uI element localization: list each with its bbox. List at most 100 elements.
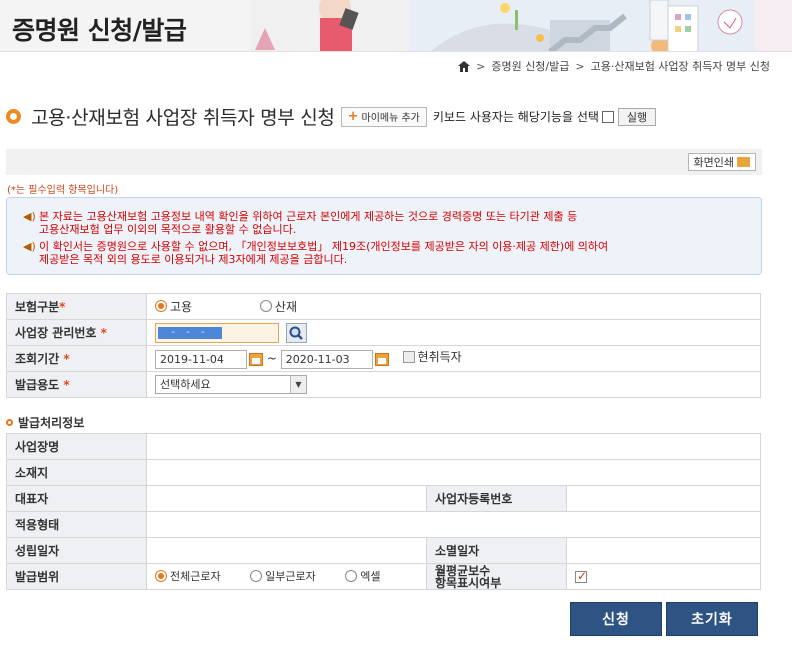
insurance-type-label: 보험구분* xyxy=(6,293,147,320)
scope-radio-partial[interactable] xyxy=(250,570,263,582)
keyboard-user-text: 키보드 사용자는 해당기능을 선택 xyxy=(432,110,599,124)
banner-illustration xyxy=(250,0,792,51)
chevron-down-icon: ▼ xyxy=(290,376,306,393)
insurance-type-label-text: 보험구분 xyxy=(15,300,60,314)
wage-display-checkbox[interactable] xyxy=(575,569,587,583)
reg-no-value xyxy=(566,485,761,512)
reg-no-label: 사업자등록번호 xyxy=(426,485,567,512)
insurance-option-employment-label: 고용 xyxy=(170,299,193,314)
scope-radio-excel[interactable] xyxy=(345,570,358,582)
print-toolbar: 화면인쇄 xyxy=(6,149,762,175)
add-mymenu-label: 마이메뉴 추가 xyxy=(361,113,420,124)
add-mymenu-button[interactable]: + 마이메뉴 추가 xyxy=(340,106,427,127)
required-mark: * xyxy=(63,378,70,392)
form-row-insurance: 보험구분* 고용 산재 xyxy=(6,293,761,320)
close-date-value xyxy=(566,537,761,564)
scope-option-excel-label: 엑셀 xyxy=(360,570,381,583)
ceo-label: 대표자 xyxy=(6,485,147,512)
biz-no-value: - - - xyxy=(158,326,222,339)
insurance-option-accident[interactable]: 산재 xyxy=(259,298,298,315)
page-title-row: 고용·산재보험 사업장 취득자 명부 신청 + 마이메뉴 추가 키보드 사용자는… xyxy=(6,103,657,130)
address-value xyxy=(146,459,761,486)
reset-button[interactable]: 초기화 xyxy=(666,602,758,636)
purpose-cell: 선택하세요 ▼ xyxy=(146,371,761,398)
scope-option-all[interactable]: 전체근로자 xyxy=(155,568,221,584)
home-icon[interactable] xyxy=(458,60,471,72)
insurance-option-employment[interactable]: 고용 xyxy=(155,298,192,315)
scope-label: 발급범위 xyxy=(6,563,147,590)
keyboard-function-checkbox[interactable] xyxy=(601,110,614,123)
purpose-select-value: 선택하세요 xyxy=(160,378,211,391)
search-form-table: 보험구분* 고용 산재 사업장 관리번호 * - - - 조회기간 * 2019… xyxy=(6,293,761,398)
biz-no-label-text: 사업장 관리번호 xyxy=(15,326,97,340)
biz-no-label: 사업장 관리번호 * xyxy=(6,319,147,346)
scope-options: 전체근로자 일부근로자 엑셀 xyxy=(146,563,427,590)
required-mark: * xyxy=(100,326,107,340)
date-from-input[interactable]: 2019-11-04 xyxy=(155,349,247,369)
issue-row-apply-type: 적용형태 xyxy=(6,511,761,538)
notice-text-2: 이 확인서는 증명원으로 사용할 수 없으며, 「개인정보보호법」 제19조(개… xyxy=(39,240,608,266)
print-screen-label: 화면인쇄 xyxy=(693,156,734,169)
purpose-select[interactable]: 선택하세요 ▼ xyxy=(155,375,307,394)
wage-display-label: 월평균보수 항목표시여부 xyxy=(426,563,567,590)
scope-option-partial-label: 일부근로자 xyxy=(265,570,316,583)
est-date-value xyxy=(146,537,427,564)
chevron-right-icon: > xyxy=(476,59,486,73)
form-row-biz-no: 사업장 관리번호 * - - - xyxy=(6,319,761,346)
ceo-value xyxy=(146,485,427,512)
insurance-type-options: 고용 산재 xyxy=(146,293,761,320)
breadcrumb: > 증명원 신청/발급 > 고용·산재보험 사업장 취득자 명부 신청 xyxy=(458,58,770,74)
apply-type-value xyxy=(146,511,761,538)
insurance-option-accident-label: 산재 xyxy=(274,299,298,314)
date-to-input[interactable]: 2020-11-03 xyxy=(280,349,373,369)
issue-row-dates: 성립일자 소멸일자 xyxy=(6,537,761,564)
calendar-icon[interactable] xyxy=(374,352,389,366)
search-icon xyxy=(289,326,303,340)
chevron-right-icon: > xyxy=(575,59,585,73)
period-label-text: 조회기간 xyxy=(15,352,60,366)
address-label: 소재지 xyxy=(6,459,147,486)
scope-option-partial[interactable]: 일부근로자 xyxy=(250,568,316,584)
biz-no-input[interactable]: - - - xyxy=(155,322,279,343)
speaker-icon: ◀) xyxy=(23,210,36,223)
notice-item-2: ◀) 이 확인서는 증명원으로 사용할 수 없으며, 「개인정보보호법」 제19… xyxy=(23,240,743,266)
banner-title: 증명원 신청/발급 xyxy=(12,16,187,45)
required-note: (*는 필수입력 항목입니다) xyxy=(7,185,119,196)
notice-text-2b: 제공받은 목적 외의 용도로 이용되거나 제3자에게 제공을 금합니다. xyxy=(39,253,348,266)
wage-display-label-2: 항목표시여부 xyxy=(435,575,502,590)
scope-radio-all[interactable] xyxy=(155,570,167,582)
title-bullet-icon xyxy=(6,109,21,124)
issue-info-table: 사업장명 소재지 대표자 사업자등록번호 적용형태 성립일자 소멸일자 발급범위… xyxy=(6,433,761,590)
current-only-option[interactable]: 현취득자 xyxy=(402,348,462,365)
print-screen-button[interactable]: 화면인쇄 xyxy=(687,153,756,171)
notice-text-2a: 이 확인서는 증명원으로 사용할 수 없으며, 「개인정보보호법」 제19조(개… xyxy=(39,240,609,253)
page-title: 고용·산재보험 사업장 취득자 명부 신청 xyxy=(31,107,335,129)
current-only-label: 현취득자 xyxy=(417,350,462,365)
scope-option-excel[interactable]: 엑셀 xyxy=(345,568,380,584)
current-only-checkbox[interactable] xyxy=(402,350,415,363)
issue-row-scope: 발급범위 전체근로자 일부근로자 엑셀 월평균보수 항목표시여부 xyxy=(6,563,761,590)
plus-icon: + xyxy=(347,109,359,124)
calendar-icon[interactable] xyxy=(249,352,263,366)
insurance-radio-accident[interactable] xyxy=(259,300,272,313)
printer-icon xyxy=(737,157,750,167)
breadcrumb-item-1[interactable]: 증명원 신청/발급 xyxy=(491,58,569,74)
section-bullet-icon xyxy=(6,419,13,426)
header-banner: 증명원 신청/발급 xyxy=(0,0,792,52)
issue-row-address: 소재지 xyxy=(6,459,761,486)
biz-name-label: 사업장명 xyxy=(6,433,147,460)
notice-text-1b: 고용산재보험 업무 이외의 목적으로 활용할 수 없습니다. xyxy=(39,223,297,236)
issue-info-section-title: 발급처리정보 xyxy=(6,414,84,431)
apply-button[interactable]: 신청 xyxy=(570,602,662,636)
notice-text-1a: 본 자료는 고용산재보험 고용정보 내역 확인을 위하여 근로자 본인에게 제공… xyxy=(39,210,578,223)
est-date-label: 성립일자 xyxy=(6,537,147,564)
period-cell: 2019-11-04 ~ 2020-11-03 현취득자 xyxy=(146,345,761,372)
period-label: 조회기간 * xyxy=(6,345,147,372)
required-mark: * xyxy=(59,300,66,314)
notice-item-1: ◀) 본 자료는 고용산재보험 고용정보 내역 확인을 위하여 근로자 본인에게… xyxy=(23,210,743,236)
run-button[interactable]: 실행 xyxy=(617,107,657,126)
biz-no-search-button[interactable] xyxy=(285,322,307,343)
breadcrumb-item-2[interactable]: 고용·산재보험 사업장 취득자 명부 신청 xyxy=(591,58,770,74)
insurance-radio-employment[interactable] xyxy=(155,300,167,313)
issue-info-title-text: 발급처리정보 xyxy=(18,416,85,430)
